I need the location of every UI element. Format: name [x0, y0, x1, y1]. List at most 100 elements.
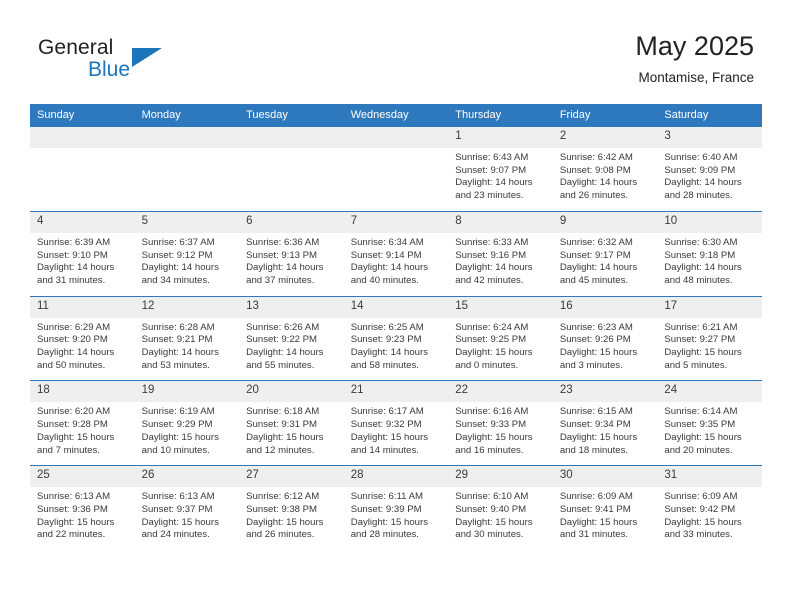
sunrise-text: Sunrise: 6:12 AM: [246, 491, 320, 503]
daylight-text-line2: and 33 minutes.: [664, 529, 733, 541]
calendar-day-cell[interactable]: 17 Sunrise: 6:21 AM Sunset: 9:27 PM Dayligh…: [657, 295, 762, 381]
calendar-day-cell[interactable]: 27 Sunrise: 6:12 AM Sunset: 9:38 PM Dayligh…: [239, 465, 344, 551]
daylight-text-line1: Daylight: 14 hours: [37, 262, 115, 274]
calendar-day-cell[interactable]: 8 Sunrise: 6:33 AM Sunset: 9:16 PM Daylight…: [448, 210, 553, 297]
day-number: 7: [343, 211, 449, 233]
day-info: Sunrise: 6:28 AM Sunset: 9:21 PM Daylight:…: [135, 318, 240, 381]
day-number: 28: [343, 466, 449, 488]
sunrise-text: Sunrise: 6:30 AM: [664, 236, 738, 248]
calendar-day-cell[interactable]: 7 Sunrise: 6:34 AM Sunset: 9:14 PM Daylight…: [343, 210, 449, 297]
calendar-header-row: Sunday Monday Tuesday Wednesday Thursday…: [30, 104, 762, 127]
weekday-header-wednesday: Wednesday: [343, 104, 449, 127]
calendar-day-cell[interactable]: 31 Sunrise: 6:09 AM Sunset: 9:42 PM Dayligh…: [657, 465, 762, 551]
day-number: 19: [134, 381, 240, 403]
calendar-day-cell[interactable]: 19 Sunrise: 6:19 AM Sunset: 9:29 PM Dayligh…: [134, 380, 240, 466]
day-info: [134, 148, 240, 204]
sunset-text: Sunset: 9:34 PM: [559, 419, 631, 431]
calendar-day-cell[interactable]: 22 Sunrise: 6:16 AM Sunset: 9:33 PM Dayligh…: [448, 380, 553, 466]
sunrise-text: Sunrise: 6:10 AM: [455, 491, 529, 503]
calendar-day-cell[interactable]: 11 Sunrise: 6:29 AM Sunset: 9:20 PM Dayligh…: [30, 295, 135, 381]
day-number: 26: [134, 466, 240, 488]
day-info: Sunrise: 6:13 AM Sunset: 9:37 PM Daylight:…: [135, 487, 240, 550]
day-number: 14: [343, 296, 449, 318]
sunset-text: Sunset: 9:42 PM: [664, 503, 736, 515]
calendar-day-cell[interactable]: 18 Sunrise: 6:20 AM Sunset: 9:28 PM Dayligh…: [30, 380, 135, 466]
day-number: 15: [448, 296, 553, 318]
sunrise-text: Sunrise: 6:17 AM: [350, 406, 424, 418]
calendar-day-cell[interactable]: 24 Sunrise: 6:14 AM Sunset: 9:35 PM Dayligh…: [657, 380, 762, 466]
sunrise-text: Sunrise: 6:15 AM: [559, 406, 633, 418]
daylight-text-line2: and 22 minutes.: [37, 529, 106, 541]
daylight-text-line1: Daylight: 15 hours: [350, 516, 429, 528]
calendar-day-cell[interactable]: 4 Sunrise: 6:39 AM Sunset: 9:10 PM Daylight…: [30, 210, 135, 297]
daylight-text-line2: and 26 minutes.: [559, 190, 629, 202]
sunrise-text: Sunrise: 6:19 AM: [141, 406, 215, 418]
calendar-day-cell[interactable]: 14 Sunrise: 6:25 AM Sunset: 9:23 PM Dayligh…: [343, 295, 449, 381]
calendar-day-cell[interactable]: 2 Sunrise: 6:42 AM Sunset: 9:08 PM Daylight…: [552, 126, 658, 212]
calendar-day-cell[interactable]: 13 Sunrise: 6:26 AM Sunset: 9:22 PM Dayligh…: [239, 295, 344, 381]
weekday-header-sunday: Sunday: [30, 104, 135, 127]
daylight-text-line1: Daylight: 15 hours: [141, 431, 219, 443]
sunset-text: Sunset: 9:14 PM: [350, 249, 422, 261]
day-number: 5: [134, 211, 240, 233]
sunrise-text: Sunrise: 6:26 AM: [246, 321, 320, 333]
calendar-day-cell[interactable]: 10 Sunrise: 6:30 AM Sunset: 9:18 PM Dayligh…: [657, 210, 762, 297]
sunrise-text: Sunrise: 6:42 AM: [559, 152, 633, 163]
calendar-day-cell[interactable]: 9 Sunrise: 6:32 AM Sunset: 9:17 PM Daylight…: [552, 210, 658, 297]
daylight-text-line2: and 31 minutes.: [37, 274, 106, 286]
calendar-week-row: 1 Sunrise: 6:43 AM Sunset: 9:07 PM Daylight…: [30, 126, 762, 212]
sunset-text: Sunset: 9:27 PM: [664, 334, 736, 346]
calendar-day-cell[interactable]: 5 Sunrise: 6:37 AM Sunset: 9:12 PM Daylight…: [134, 210, 240, 297]
daylight-text-line1: Daylight: 15 hours: [246, 431, 324, 443]
weekday-header-saturday: Saturday: [657, 104, 762, 127]
daylight-text-line1: Daylight: 14 hours: [350, 347, 429, 359]
sunset-text: Sunset: 9:38 PM: [246, 503, 318, 515]
calendar-day-cell[interactable]: 23 Sunrise: 6:15 AM Sunset: 9:34 PM Dayligh…: [552, 380, 658, 466]
sunrise-text: Sunrise: 6:14 AM: [664, 406, 738, 418]
calendar-day-cell[interactable]: 6 Sunrise: 6:36 AM Sunset: 9:13 PM Daylight…: [239, 210, 344, 297]
sunrise-text: Sunrise: 6:16 AM: [455, 406, 529, 418]
calendar-day-cell[interactable]: 26 Sunrise: 6:13 AM Sunset: 9:37 PM Dayligh…: [134, 465, 240, 551]
calendar-day-cell[interactable]: 21 Sunrise: 6:17 AM Sunset: 9:32 PM Dayligh…: [343, 380, 449, 466]
daylight-text-line1: Daylight: 15 hours: [455, 347, 533, 359]
daylight-text-line1: Daylight: 14 hours: [246, 262, 324, 274]
calendar-day-cell[interactable]: 3 Sunrise: 6:40 AM Sunset: 9:09 PM Daylight…: [657, 126, 762, 212]
triangle-logo-icon: [132, 48, 162, 67]
daylight-text-line1: Daylight: 15 hours: [664, 431, 742, 443]
sunrise-text: Sunrise: 6:36 AM: [246, 236, 320, 248]
sunset-text: Sunset: 9:41 PM: [559, 503, 631, 515]
calendar-day-cell[interactable]: 1 Sunrise: 6:43 AM Sunset: 9:07 PM Daylight…: [448, 126, 553, 212]
day-info: Sunrise: 6:19 AM Sunset: 9:29 PM Daylight:…: [135, 402, 240, 465]
day-number: 20: [239, 381, 344, 403]
sunrise-text: Sunrise: 6:25 AM: [350, 321, 424, 333]
calendar-day-cell[interactable]: 15 Sunrise: 6:24 AM Sunset: 9:25 PM Dayligh…: [448, 295, 553, 381]
calendar-table: Sunday Monday Tuesday Wednesday Thursday…: [30, 104, 762, 551]
calendar-day-cell[interactable]: 28 Sunrise: 6:11 AM Sunset: 9:39 PM Dayligh…: [343, 465, 449, 551]
sunrise-text: Sunrise: 6:39 AM: [37, 236, 111, 248]
brand-logo[interactable]: General Blue: [38, 36, 218, 88]
calendar-day-cell[interactable]: 30 Sunrise: 6:09 AM Sunset: 9:41 PM Dayligh…: [552, 465, 658, 551]
calendar-day-cell[interactable]: 16 Sunrise: 6:23 AM Sunset: 9:26 PM Dayligh…: [552, 295, 658, 381]
day-number: [134, 127, 240, 148]
day-info: Sunrise: 6:40 AM Sunset: 9:09 PM Daylight:…: [657, 148, 762, 211]
sunset-text: Sunset: 9:26 PM: [559, 334, 631, 346]
daylight-text-line2: and 31 minutes.: [559, 529, 629, 541]
day-number: 21: [343, 381, 449, 403]
sunrise-text: Sunrise: 6:37 AM: [141, 236, 215, 248]
calendar-day-cell[interactable]: 12 Sunrise: 6:28 AM Sunset: 9:21 PM Dayligh…: [134, 295, 240, 381]
daylight-text-line1: Daylight: 14 hours: [350, 262, 429, 274]
day-number: 6: [239, 211, 344, 233]
weekday-header-tuesday: Tuesday: [239, 104, 344, 127]
calendar-day-cell[interactable]: 25 Sunrise: 6:13 AM Sunset: 9:36 PM Dayligh…: [30, 465, 135, 551]
day-info: Sunrise: 6:09 AM Sunset: 9:42 PM Daylight:…: [657, 487, 762, 550]
calendar-day-cell[interactable]: 29 Sunrise: 6:10 AM Sunset: 9:40 PM Dayligh…: [448, 465, 553, 551]
daylight-text-line2: and 37 minutes.: [246, 274, 315, 286]
sunset-text: Sunset: 9:29 PM: [141, 419, 213, 431]
sunrise-text: Sunrise: 6:28 AM: [141, 321, 215, 333]
day-info: [239, 148, 344, 204]
calendar-day-cell[interactable]: 20 Sunrise: 6:18 AM Sunset: 9:31 PM Dayligh…: [239, 380, 344, 466]
daylight-text-line1: Daylight: 14 hours: [455, 262, 533, 274]
day-info: Sunrise: 6:10 AM Sunset: 9:40 PM Daylight:…: [448, 487, 553, 550]
sunset-text: Sunset: 9:23 PM: [350, 334, 422, 346]
day-info: Sunrise: 6:26 AM Sunset: 9:22 PM Daylight:…: [239, 318, 344, 381]
